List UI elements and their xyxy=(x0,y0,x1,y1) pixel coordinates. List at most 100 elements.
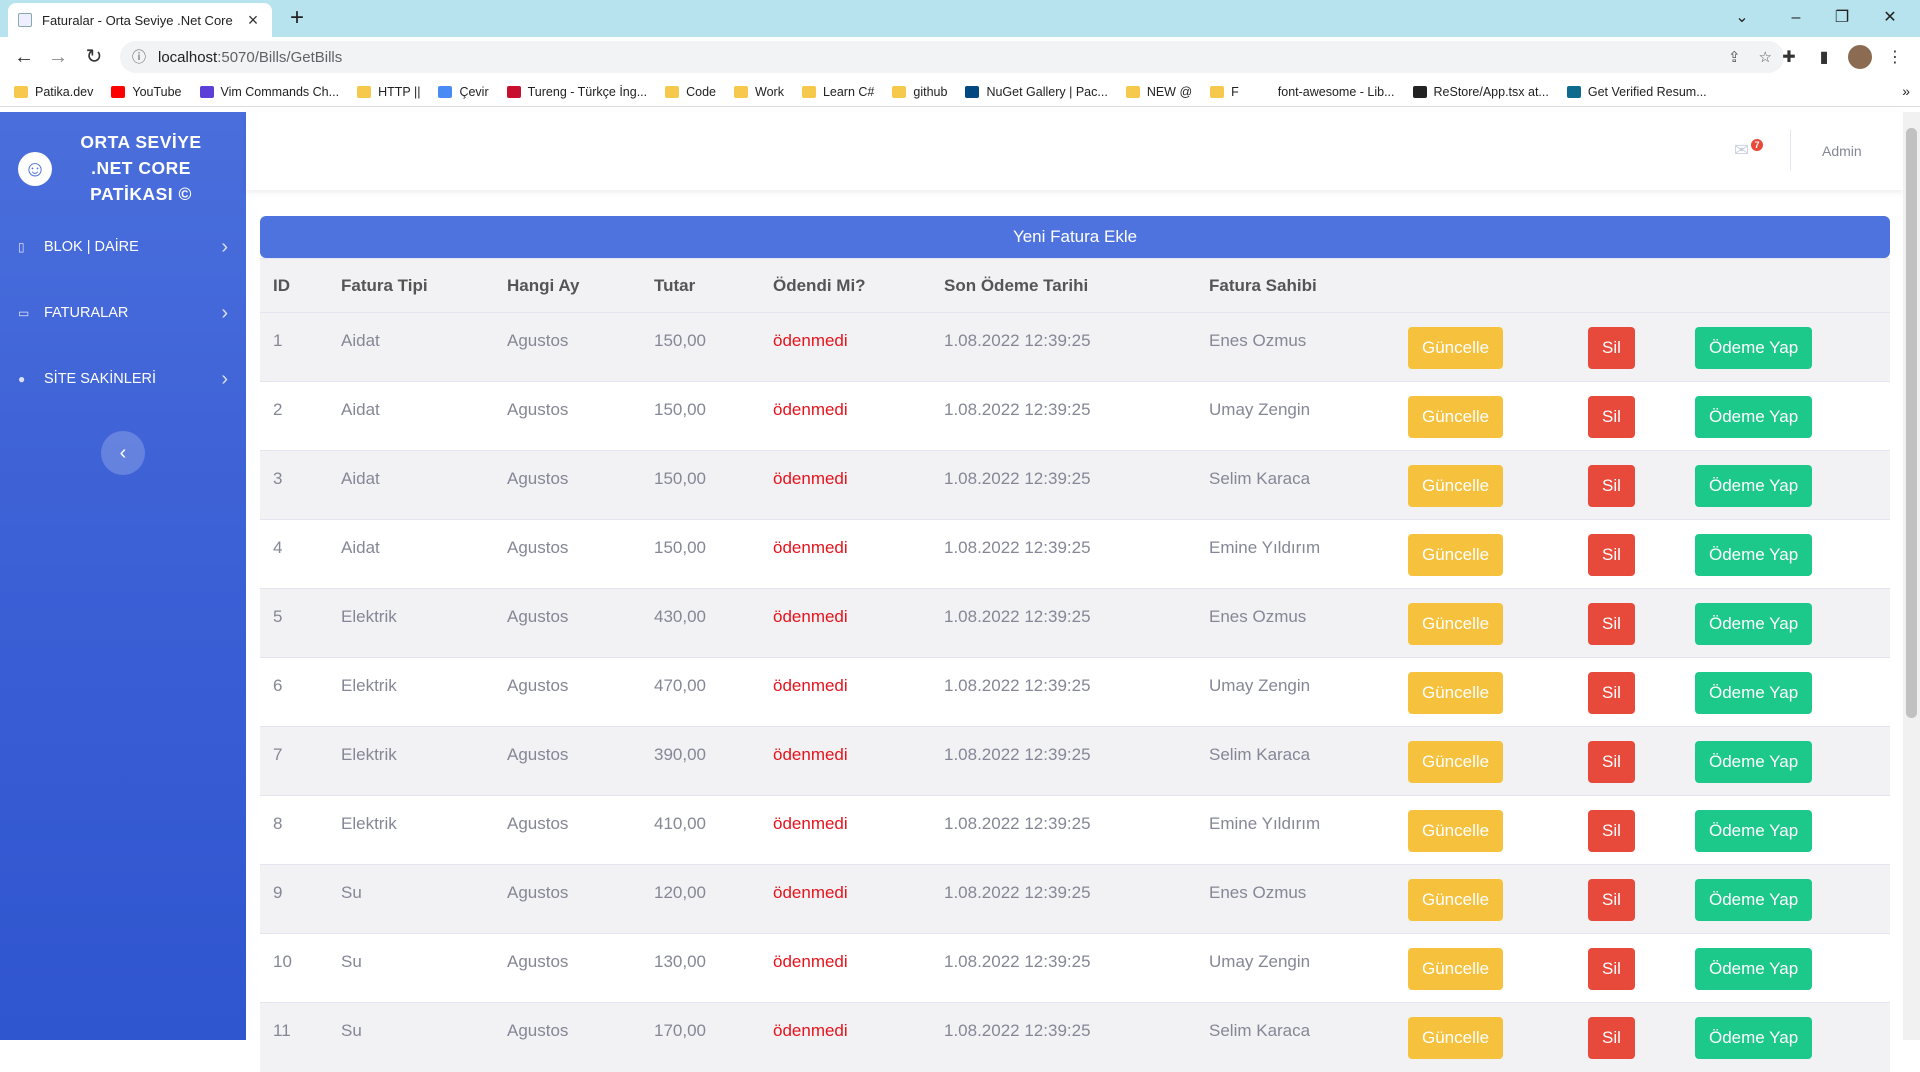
bookmark-item[interactable]: Work xyxy=(734,85,784,99)
delete-button[interactable]: Sil xyxy=(1588,396,1635,438)
bookmark-item[interactable]: Learn C# xyxy=(801,84,875,99)
pay-button[interactable]: Ödeme Yap xyxy=(1695,465,1813,507)
bookmark-item[interactable]: NuGet Gallery | Pac... xyxy=(965,85,1108,99)
delete-button[interactable]: Sil xyxy=(1588,879,1635,921)
address-bar[interactable]: ⓘ localhost:5070/Bills/GetBills ⇪ ☆ xyxy=(120,41,1784,73)
cell-paid: ödenmedi xyxy=(760,864,931,934)
bookmark-item[interactable]: Get Verified Resum... xyxy=(1566,85,1707,99)
bookmark-item[interactable]: Code xyxy=(665,85,716,99)
pay-button[interactable]: Ödeme Yap xyxy=(1695,396,1813,438)
bookmark-star-icon[interactable]: ☆ xyxy=(1759,48,1772,66)
bookmark-label: Learn C# xyxy=(822,84,875,99)
cell-id: 1 xyxy=(260,312,328,382)
back-icon[interactable]: ← xyxy=(10,43,38,71)
maximize-icon[interactable]: ❐ xyxy=(1822,4,1862,32)
bookmark-item[interactable]: font-awesome - Lib... xyxy=(1257,85,1395,99)
extensions-icon[interactable]: ✚ xyxy=(1778,47,1800,69)
browser-tab[interactable]: Faturalar - Orta Seviye .Net Core × xyxy=(8,3,272,37)
url-host: localhost xyxy=(158,48,218,66)
close-tab-icon[interactable]: × xyxy=(244,10,262,31)
delete-button[interactable]: Sil xyxy=(1588,534,1635,576)
update-button[interactable]: Güncelle xyxy=(1408,465,1504,507)
bookmark-item[interactable]: Tureng - Türkçe İng... xyxy=(506,84,648,99)
delete-button[interactable]: Sil xyxy=(1588,1017,1635,1059)
cell-type: Elektrik xyxy=(328,588,494,658)
pay-button[interactable]: Ödeme Yap xyxy=(1695,327,1813,369)
add-bill-button[interactable]: Yeni Fatura Ekle xyxy=(260,216,1890,258)
minimize-icon[interactable]: – xyxy=(1776,4,1816,32)
folder-icon xyxy=(892,85,907,98)
bookmark-item[interactable]: NEW @ xyxy=(1125,85,1192,99)
close-window-icon[interactable]: ✕ xyxy=(1870,4,1910,32)
cell-month: Agustos xyxy=(494,933,641,1003)
delete-button[interactable]: Sil xyxy=(1588,948,1635,990)
site-info-icon[interactable]: ⓘ xyxy=(132,47,146,67)
pay-button[interactable]: Ödeme Yap xyxy=(1695,534,1813,576)
scrollbar-thumb[interactable] xyxy=(1906,128,1917,718)
delete-button[interactable]: Sil xyxy=(1588,741,1635,783)
delete-button[interactable]: Sil xyxy=(1588,603,1635,645)
update-button[interactable]: Güncelle xyxy=(1408,534,1504,576)
bookmark-item[interactable]: Vim Commands Ch... xyxy=(199,85,339,99)
reload-icon[interactable]: ↻ xyxy=(80,43,108,71)
delete-button[interactable]: Sil xyxy=(1588,327,1635,369)
user-name[interactable]: Admin xyxy=(1822,143,1862,159)
bookmark-item[interactable]: Çevir xyxy=(438,85,489,99)
brand[interactable]: ☺ ORTA SEVİYE .NET CORE PATİKASI © xyxy=(0,112,246,212)
update-button[interactable]: Güncelle xyxy=(1408,396,1504,438)
update-button[interactable]: Güncelle xyxy=(1408,879,1504,921)
bookmark-item[interactable]: YouTube xyxy=(111,85,182,99)
forward-icon[interactable]: → xyxy=(44,43,72,71)
cell-paid: ödenmedi xyxy=(760,312,931,382)
tab-title: Faturalar - Orta Seviye .Net Core xyxy=(42,12,233,28)
delete-button[interactable]: Sil xyxy=(1588,672,1635,714)
update-button[interactable]: Güncelle xyxy=(1408,741,1504,783)
update-button[interactable]: Güncelle xyxy=(1408,948,1504,990)
pay-button[interactable]: Ödeme Yap xyxy=(1695,879,1813,921)
pay-button[interactable]: Ödeme Yap xyxy=(1695,741,1813,783)
pay-button[interactable]: Ödeme Yap xyxy=(1695,810,1813,852)
delete-button[interactable]: Sil xyxy=(1588,810,1635,852)
pay-button[interactable]: Ödeme Yap xyxy=(1695,1017,1813,1059)
side-panel-icon[interactable]: ▮ xyxy=(1813,47,1835,69)
bookmark-label: Tureng - Türkçe İng... xyxy=(527,84,648,99)
share-icon[interactable]: ⇪ xyxy=(1728,48,1741,66)
bookmark-item[interactable]: Patika.dev xyxy=(14,85,93,99)
col-id: ID xyxy=(260,258,328,313)
cell-delete: Sil xyxy=(1575,1002,1682,1072)
bookmark-item[interactable]: github xyxy=(892,85,947,99)
tab-search-icon[interactable]: ⌄ xyxy=(1722,4,1762,32)
cell-type: Aidat xyxy=(328,312,494,382)
update-button[interactable]: Güncelle xyxy=(1408,603,1504,645)
bookmark-item[interactable]: ReStore/App.tsx at... xyxy=(1412,85,1549,99)
profile-avatar[interactable] xyxy=(1848,45,1872,69)
update-button[interactable]: Güncelle xyxy=(1408,672,1504,714)
update-button[interactable]: Güncelle xyxy=(1408,810,1504,852)
pay-button[interactable]: Ödeme Yap xyxy=(1695,672,1813,714)
delete-button[interactable]: Sil xyxy=(1588,465,1635,507)
new-tab-icon[interactable]: + xyxy=(284,5,310,31)
cell-month: Agustos xyxy=(494,657,641,727)
chevron-right-icon: › xyxy=(221,301,228,324)
pay-button[interactable]: Ödeme Yap xyxy=(1695,948,1813,990)
cell-amount: 410,00 xyxy=(641,795,760,865)
page-icon xyxy=(18,13,32,27)
sidebar-toggle-button[interactable]: ‹ xyxy=(101,431,145,475)
cell-paid: ödenmedi xyxy=(760,450,931,520)
sidebar-item-faturalar[interactable]: ▭ FATURALAR › xyxy=(0,280,246,346)
table-row: 7 Elektrik Agustos 390,00 ödenmedi 1.08.2022 … xyxy=(260,726,1890,796)
cell-month: Agustos xyxy=(494,450,641,520)
bookmark-item[interactable]: HTTP || xyxy=(357,85,420,99)
sidebar-item-blok-daire[interactable]: ▯ BLOK | DAİRE › xyxy=(0,214,246,280)
more-bookmarks-icon[interactable]: » xyxy=(1902,83,1910,99)
cell-id: 7 xyxy=(260,726,328,796)
bookmark-item[interactable]: F xyxy=(1210,85,1239,99)
cell-paid: ödenmedi xyxy=(760,519,931,589)
table-row: 5 Elektrik Agustos 430,00 ödenmedi 1.08.2022 … xyxy=(260,588,1890,658)
pay-button[interactable]: Ödeme Yap xyxy=(1695,603,1813,645)
table-header-row: ID Fatura Tipi Hangi Ay Tutar Ödendi Mi?… xyxy=(260,258,1890,313)
menu-icon[interactable]: ⋮ xyxy=(1884,47,1906,69)
sidebar-item-site-sakinleri[interactable]: ● SİTE SAKİNLERİ › xyxy=(0,346,246,412)
update-button[interactable]: Güncelle xyxy=(1408,1017,1504,1059)
update-button[interactable]: Güncelle xyxy=(1408,327,1504,369)
